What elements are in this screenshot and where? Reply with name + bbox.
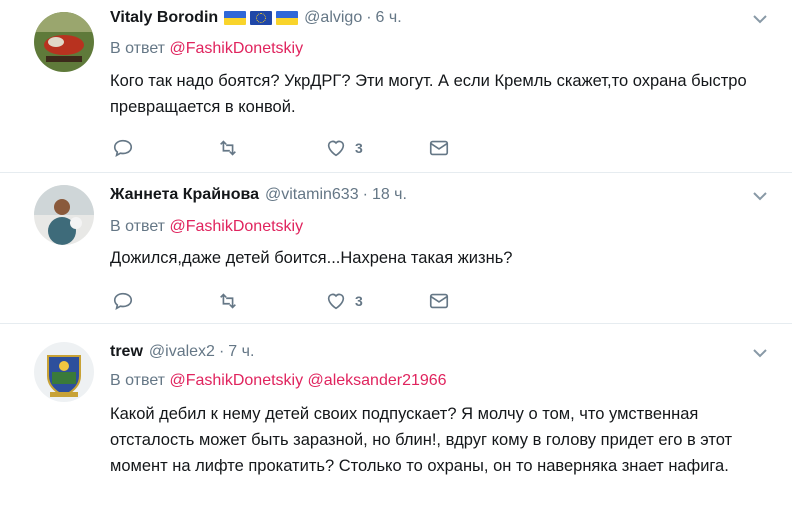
reply-context: В ответ @FashikDonetskiy	[110, 40, 303, 58]
like-icon	[327, 293, 345, 310]
reply-prefix: В ответ	[110, 372, 166, 389]
caret-down-icon[interactable]	[752, 346, 768, 358]
author-handle[interactable]: @ivalex2	[149, 343, 215, 361]
reply-icon	[113, 139, 133, 157]
separator-dot: ·	[218, 343, 225, 360]
like-count: 3	[355, 293, 363, 309]
like-icon	[327, 140, 345, 157]
tweet-reply[interactable]: Жаннета Крайнова @vitamin633 · 18 ч. В о…	[0, 173, 792, 324]
tweet-text: Кого так надо боятся? УкрДРГ? Эти могут.…	[110, 72, 747, 116]
timestamp[interactable]: 6 ч.	[376, 9, 402, 27]
reply-prefix: В ответ	[110, 40, 166, 57]
separator-dot: ·	[362, 186, 368, 203]
dm-button[interactable]	[428, 290, 450, 312]
tweet-actions: 3	[112, 290, 472, 314]
reply-prefix: В ответ	[110, 218, 166, 235]
author-name[interactable]: Vitaly Borodin	[110, 9, 218, 27]
author-handle[interactable]: @alvigo	[304, 9, 362, 27]
tweet-text: Дожился,даже детей боится...Нахрена така…	[110, 249, 513, 267]
ukraine-flag-icon	[276, 11, 299, 25]
reply-button[interactable]	[112, 137, 134, 159]
timestamp[interactable]: 7 ч.	[228, 343, 254, 361]
author-handle[interactable]: @vitamin633	[265, 186, 359, 204]
mention-link[interactable]: @FashikDonetskiy	[169, 40, 303, 57]
tweet-text: Какой дебил к нему детей своих подпускае…	[110, 405, 733, 475]
reply-button[interactable]	[112, 290, 134, 312]
separator-dot: ·	[366, 9, 372, 26]
reply-context: В ответ @FashikDonetskiy	[110, 218, 303, 236]
avatar[interactable]	[34, 12, 94, 72]
retweet-button[interactable]	[217, 290, 239, 312]
dm-icon	[429, 140, 449, 156]
tweet-actions: 3	[112, 137, 472, 161]
mention-link[interactable]: @FashikDonetskiy	[169, 218, 303, 235]
retweet-icon	[220, 293, 236, 309]
eu-flag-icon	[250, 11, 273, 25]
caret-down-icon[interactable]	[752, 12, 768, 24]
avatar[interactable]	[34, 185, 94, 245]
dm-icon	[429, 293, 449, 309]
timestamp[interactable]: 18 ч.	[372, 186, 407, 204]
reply-context: В ответ @FashikDonetskiy @aleksander2196…	[110, 372, 447, 390]
retweet-icon	[220, 140, 236, 156]
ukraine-flag-icon	[224, 11, 247, 25]
like-count: 3	[355, 140, 363, 156]
dm-button[interactable]	[428, 137, 450, 159]
caret-down-icon[interactable]	[752, 189, 768, 201]
retweet-button[interactable]	[217, 137, 239, 159]
like-button[interactable]: 3	[325, 137, 363, 159]
avatar[interactable]	[34, 342, 94, 402]
author-name[interactable]: Жаннета Крайнова	[110, 186, 259, 204]
author-name[interactable]: trew	[110, 343, 143, 361]
tweet-reply[interactable]: Vitaly Borodin @alvigo · 6 ч. В ответ @F…	[0, 0, 792, 173]
tweet-reply[interactable]: trew @ivalex2 · 7 ч. В ответ @FashikDone…	[0, 324, 792, 513]
reply-icon	[113, 292, 133, 310]
like-button[interactable]: 3	[325, 290, 363, 312]
mention-link[interactable]: @aleksander21966	[308, 372, 447, 389]
mention-link[interactable]: @FashikDonetskiy	[169, 372, 303, 389]
